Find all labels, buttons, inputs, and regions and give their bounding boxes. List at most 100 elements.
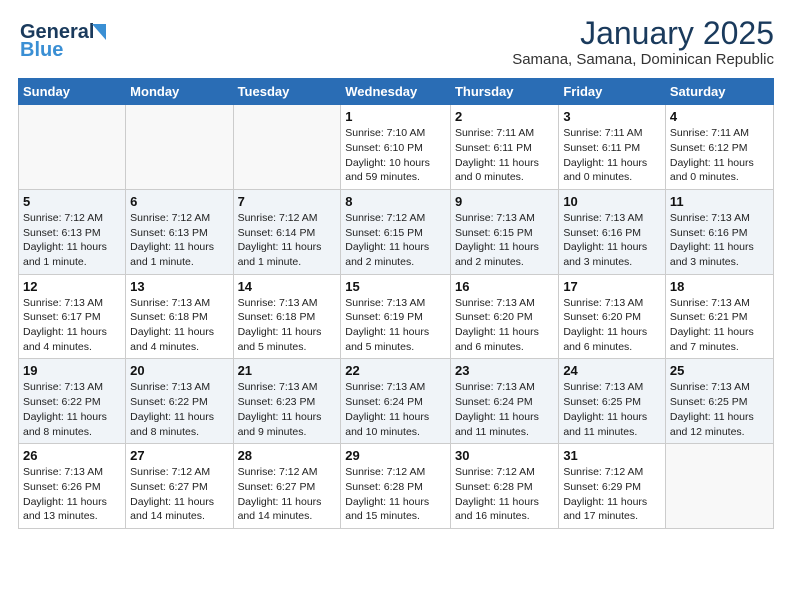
calendar-week-1: 1Sunrise: 7:10 AMSunset: 6:10 PMDaylight… bbox=[19, 105, 774, 190]
logo: General Blue bbox=[18, 16, 128, 65]
day-number: 13 bbox=[130, 279, 228, 294]
day-info: Sunrise: 7:13 AMSunset: 6:17 PMDaylight:… bbox=[23, 296, 121, 355]
col-header-sunday: Sunday bbox=[19, 79, 126, 105]
day-info: Sunrise: 7:12 AMSunset: 6:28 PMDaylight:… bbox=[455, 465, 554, 524]
calendar-week-2: 5 Sunrise: 7:12 AMSunset: 6:13 PMDaylight… bbox=[19, 189, 774, 274]
day-info: Sunrise: 7:13 AMSunset: 6:18 PMDaylight:… bbox=[130, 296, 228, 355]
day-number: 15 bbox=[345, 279, 446, 294]
day-number: 11 bbox=[670, 194, 769, 209]
col-header-friday: Friday bbox=[559, 79, 666, 105]
calendar-cell-2-2: 6Sunrise: 7:12 AMSunset: 6:13 PMDaylight… bbox=[126, 189, 233, 274]
col-header-tuesday: Tuesday bbox=[233, 79, 341, 105]
day-info: Sunrise: 7:13 AMSunset: 6:26 PMDaylight:… bbox=[23, 465, 121, 524]
col-header-thursday: Thursday bbox=[450, 79, 558, 105]
day-number: 31 bbox=[563, 448, 661, 463]
day-number: 8 bbox=[345, 194, 446, 209]
day-info: Sunrise: 7:13 AMSunset: 6:19 PMDaylight:… bbox=[345, 296, 446, 355]
day-number: 16 bbox=[455, 279, 554, 294]
calendar-cell-3-7: 18Sunrise: 7:13 AMSunset: 6:21 PMDayligh… bbox=[665, 274, 773, 359]
day-number: 24 bbox=[563, 363, 661, 378]
day-info: Sunrise: 7:12 AMSunset: 6:13 PMDaylight:… bbox=[23, 211, 121, 270]
day-info: Sunrise: 7:12 AMSunset: 6:14 PMDaylight:… bbox=[238, 211, 337, 270]
calendar-cell-1-1 bbox=[19, 105, 126, 190]
day-info: Sunrise: 7:12 AMSunset: 6:29 PMDaylight:… bbox=[563, 465, 661, 524]
day-number: 17 bbox=[563, 279, 661, 294]
day-info: Sunrise: 7:13 AMSunset: 6:20 PMDaylight:… bbox=[455, 296, 554, 355]
calendar-cell-3-4: 15 Sunrise: 7:13 AMSunset: 6:19 PMDayligh… bbox=[341, 274, 451, 359]
day-info: Sunrise: 7:13 AMSunset: 6:18 PMDaylight:… bbox=[238, 296, 337, 355]
day-number: 5 bbox=[23, 194, 121, 209]
calendar-cell-2-5: 9 Sunrise: 7:13 AMSunset: 6:15 PMDaylight… bbox=[450, 189, 558, 274]
calendar-table: SundayMondayTuesdayWednesdayThursdayFrid… bbox=[18, 78, 774, 529]
day-info: Sunrise: 7:12 AMSunset: 6:27 PMDaylight:… bbox=[238, 465, 337, 524]
day-info: Sunrise: 7:11 AMSunset: 6:11 PMDaylight:… bbox=[563, 126, 661, 185]
day-number: 25 bbox=[670, 363, 769, 378]
calendar-cell-1-2 bbox=[126, 105, 233, 190]
calendar-cell-4-3: 21 Sunrise: 7:13 AMSunset: 6:23 PMDayligh… bbox=[233, 359, 341, 444]
day-info: Sunrise: 7:13 AMSunset: 6:20 PMDaylight:… bbox=[563, 296, 661, 355]
calendar-cell-1-4: 1Sunrise: 7:10 AMSunset: 6:10 PMDaylight… bbox=[341, 105, 451, 190]
day-info: Sunrise: 7:13 AMSunset: 6:16 PMDaylight:… bbox=[670, 211, 769, 270]
day-number: 29 bbox=[345, 448, 446, 463]
calendar-cell-2-7: 11 Sunrise: 7:13 AMSunset: 6:16 PMDayligh… bbox=[665, 189, 773, 274]
day-number: 12 bbox=[23, 279, 121, 294]
day-info: Sunrise: 7:10 AMSunset: 6:10 PMDaylight:… bbox=[345, 126, 446, 185]
col-header-wednesday: Wednesday bbox=[341, 79, 451, 105]
day-number: 27 bbox=[130, 448, 228, 463]
day-number: 2 bbox=[455, 109, 554, 124]
svg-text:Blue: Blue bbox=[20, 39, 63, 60]
page: General Blue January 2025 Samana, Samana… bbox=[0, 0, 792, 612]
day-info: Sunrise: 7:11 AMSunset: 6:11 PMDaylight:… bbox=[455, 126, 554, 185]
calendar-cell-3-1: 12 Sunrise: 7:13 AMSunset: 6:17 PMDayligh… bbox=[19, 274, 126, 359]
calendar-cell-5-4: 29 Sunrise: 7:12 AMSunset: 6:28 PMDayligh… bbox=[341, 444, 451, 529]
calendar-cell-5-1: 26Sunrise: 7:13 AMSunset: 6:26 PMDayligh… bbox=[19, 444, 126, 529]
calendar-cell-1-5: 2 Sunrise: 7:11 AMSunset: 6:11 PMDaylight… bbox=[450, 105, 558, 190]
location: Samana, Samana, Dominican Republic bbox=[512, 51, 774, 68]
calendar-week-4: 19 Sunrise: 7:13 AMSunset: 6:22 PMDayligh… bbox=[19, 359, 774, 444]
calendar-cell-3-6: 17 Sunrise: 7:13 AMSunset: 6:20 PMDayligh… bbox=[559, 274, 666, 359]
calendar-cell-4-2: 20 Sunrise: 7:13 AMSunset: 6:22 PMDayligh… bbox=[126, 359, 233, 444]
day-number: 23 bbox=[455, 363, 554, 378]
calendar-cell-5-3: 28Sunrise: 7:12 AMSunset: 6:27 PMDayligh… bbox=[233, 444, 341, 529]
day-number: 14 bbox=[238, 279, 337, 294]
calendar-cell-1-7: 4 Sunrise: 7:11 AMSunset: 6:12 PMDaylight… bbox=[665, 105, 773, 190]
day-number: 19 bbox=[23, 363, 121, 378]
calendar-cell-4-5: 23 Sunrise: 7:13 AMSunset: 6:24 PMDayligh… bbox=[450, 359, 558, 444]
day-number: 6 bbox=[130, 194, 228, 209]
header: General Blue January 2025 Samana, Samana… bbox=[18, 16, 774, 68]
day-info: Sunrise: 7:13 AMSunset: 6:15 PMDaylight:… bbox=[455, 211, 554, 270]
calendar-week-3: 12 Sunrise: 7:13 AMSunset: 6:17 PMDayligh… bbox=[19, 274, 774, 359]
day-info: Sunrise: 7:13 AMSunset: 6:22 PMDaylight:… bbox=[23, 380, 121, 439]
day-number: 22 bbox=[345, 363, 446, 378]
calendar-cell-3-5: 16 Sunrise: 7:13 AMSunset: 6:20 PMDayligh… bbox=[450, 274, 558, 359]
col-header-saturday: Saturday bbox=[665, 79, 773, 105]
day-info: Sunrise: 7:13 AMSunset: 6:24 PMDaylight:… bbox=[345, 380, 446, 439]
day-number: 21 bbox=[238, 363, 337, 378]
calendar-header-row: SundayMondayTuesdayWednesdayThursdayFrid… bbox=[19, 79, 774, 105]
day-info: Sunrise: 7:12 AMSunset: 6:27 PMDaylight:… bbox=[130, 465, 228, 524]
logo-svg: General Blue bbox=[18, 16, 128, 60]
calendar-cell-4-4: 22 Sunrise: 7:13 AMSunset: 6:24 PMDayligh… bbox=[341, 359, 451, 444]
calendar-cell-5-5: 30Sunrise: 7:12 AMSunset: 6:28 PMDayligh… bbox=[450, 444, 558, 529]
col-header-monday: Monday bbox=[126, 79, 233, 105]
day-number: 20 bbox=[130, 363, 228, 378]
calendar-cell-2-4: 8Sunrise: 7:12 AMSunset: 6:15 PMDaylight… bbox=[341, 189, 451, 274]
day-info: Sunrise: 7:13 AMSunset: 6:22 PMDaylight:… bbox=[130, 380, 228, 439]
calendar-cell-2-3: 7Sunrise: 7:12 AMSunset: 6:14 PMDaylight… bbox=[233, 189, 341, 274]
day-info: Sunrise: 7:12 AMSunset: 6:28 PMDaylight:… bbox=[345, 465, 446, 524]
day-info: Sunrise: 7:13 AMSunset: 6:25 PMDaylight:… bbox=[563, 380, 661, 439]
day-info: Sunrise: 7:13 AMSunset: 6:24 PMDaylight:… bbox=[455, 380, 554, 439]
calendar-cell-4-6: 24 Sunrise: 7:13 AMSunset: 6:25 PMDayligh… bbox=[559, 359, 666, 444]
day-info: Sunrise: 7:13 AMSunset: 6:23 PMDaylight:… bbox=[238, 380, 337, 439]
day-number: 9 bbox=[455, 194, 554, 209]
calendar-cell-1-3 bbox=[233, 105, 341, 190]
day-info: Sunrise: 7:13 AMSunset: 6:25 PMDaylight:… bbox=[670, 380, 769, 439]
day-number: 4 bbox=[670, 109, 769, 124]
day-number: 3 bbox=[563, 109, 661, 124]
header-right: January 2025 Samana, Samana, Dominican R… bbox=[512, 16, 774, 68]
calendar-cell-3-2: 13 Sunrise: 7:13 AMSunset: 6:18 PMDayligh… bbox=[126, 274, 233, 359]
calendar-cell-1-6: 3 Sunrise: 7:11 AMSunset: 6:11 PMDaylight… bbox=[559, 105, 666, 190]
day-number: 10 bbox=[563, 194, 661, 209]
day-info: Sunrise: 7:11 AMSunset: 6:12 PMDaylight:… bbox=[670, 126, 769, 185]
calendar-cell-4-1: 19 Sunrise: 7:13 AMSunset: 6:22 PMDayligh… bbox=[19, 359, 126, 444]
